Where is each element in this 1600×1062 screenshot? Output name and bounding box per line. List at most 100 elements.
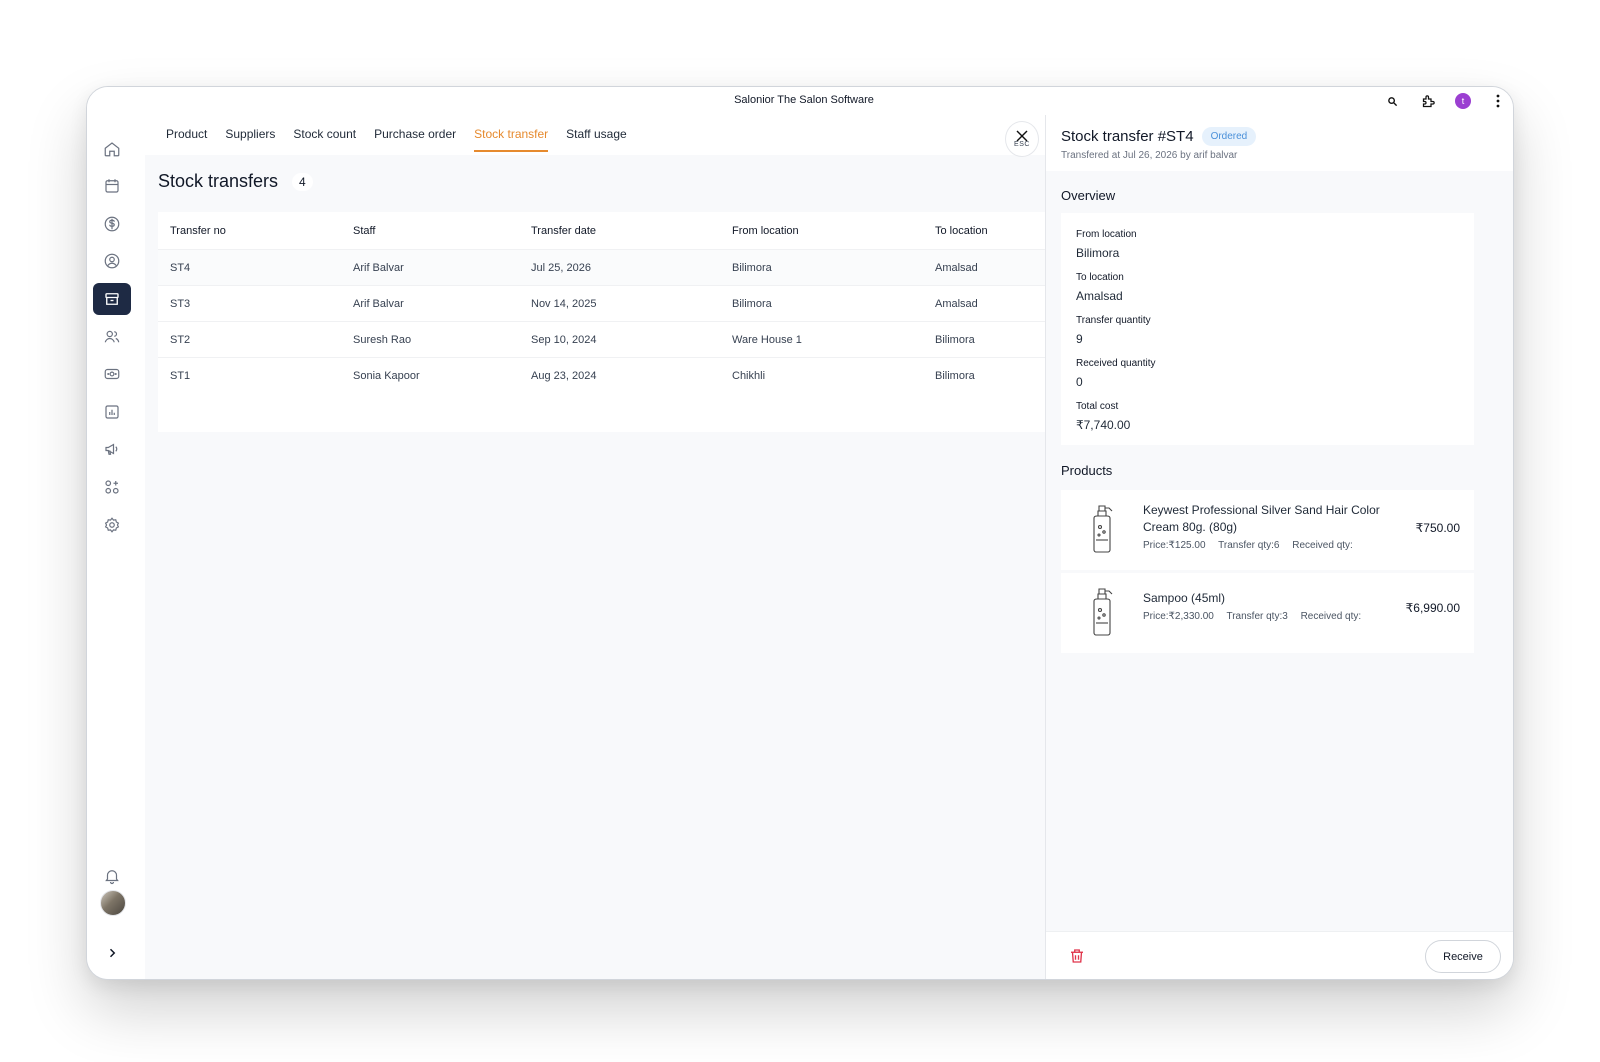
panel-header: Stock transfer #ST4 Ordered Transfered a… bbox=[1046, 115, 1513, 171]
tab-stock-count[interactable]: Stock count bbox=[284, 115, 365, 155]
product-transfer-qty: Transfer qty:6 bbox=[1218, 540, 1280, 551]
product-total: ₹6,990.00 bbox=[1405, 601, 1460, 615]
column-header[interactable]: From location bbox=[732, 212, 799, 249]
product-item[interactable]: Keywest Professional Silver Sand Hair Co… bbox=[1061, 490, 1474, 570]
from-location-value: Bilimora bbox=[1076, 246, 1120, 260]
chevron-right-icon[interactable] bbox=[93, 937, 131, 969]
count-badge: 4 bbox=[292, 172, 313, 191]
table-row[interactable]: ST2 Suresh Rao Sep 10, 2024 Ware House 1… bbox=[158, 322, 1058, 358]
bell-icon[interactable] bbox=[93, 860, 131, 892]
tab-bar: Product Suppliers Stock count Purchase o… bbox=[145, 115, 1045, 155]
from-location: Bilimora bbox=[732, 261, 772, 274]
main-content: Product Suppliers Stock count Purchase o… bbox=[145, 115, 1058, 979]
home-icon[interactable] bbox=[93, 133, 131, 165]
transfer-no: ST2 bbox=[170, 333, 191, 346]
page-title: Stock transfers bbox=[158, 171, 279, 191]
to-location: Bilimora bbox=[935, 370, 975, 382]
profile-avatar[interactable] bbox=[100, 890, 126, 916]
panel-subtitle: Transfered at Jul 26, 2026 by arif balva… bbox=[1061, 150, 1238, 161]
page-header: Stock transfers 4 bbox=[158, 171, 313, 192]
overview-heading: Overview bbox=[1061, 188, 1116, 203]
column-header[interactable]: To location bbox=[935, 212, 988, 249]
calendar-icon[interactable] bbox=[93, 170, 131, 202]
transfer-no: ST1 bbox=[170, 370, 191, 382]
from-location: Chikhli bbox=[732, 370, 766, 382]
to-location-label: To location bbox=[1076, 272, 1124, 283]
table-row[interactable]: ST3 Arif Balvar Nov 14, 2025 Bilimora Am… bbox=[158, 286, 1058, 322]
transfer-quantity-value: 9 bbox=[1076, 332, 1083, 346]
column-header[interactable]: Staff bbox=[353, 212, 375, 249]
more-vertical-icon[interactable] bbox=[1489, 92, 1507, 110]
settings-icon[interactable] bbox=[93, 509, 131, 541]
staff: Arif Balvar bbox=[353, 297, 404, 310]
search-icon[interactable] bbox=[1383, 92, 1401, 110]
tab-purchase-order[interactable]: Purchase order bbox=[365, 115, 465, 155]
transfer-date: Jul 25, 2026 bbox=[531, 261, 591, 274]
product-name: Sampoo (45ml) bbox=[1143, 591, 1226, 605]
inventory-box-icon[interactable] bbox=[93, 283, 131, 315]
status-badge: Ordered bbox=[1201, 127, 1257, 146]
extension-icon[interactable] bbox=[1419, 92, 1437, 110]
user-avatar[interactable]: t bbox=[1455, 93, 1471, 109]
transfer-date: Aug 23, 2024 bbox=[531, 370, 597, 382]
trash-icon[interactable] bbox=[1068, 947, 1086, 965]
from-location-label: From location bbox=[1076, 229, 1137, 240]
title-bar: Salonior The Salon Software t bbox=[87, 87, 1513, 115]
staff: Arif Balvar bbox=[353, 261, 404, 274]
transfer-quantity-label: Transfer quantity bbox=[1076, 315, 1151, 326]
user-circle-icon[interactable] bbox=[93, 245, 131, 277]
staff: Suresh Rao bbox=[353, 333, 412, 346]
dollar-icon[interactable] bbox=[93, 208, 131, 240]
product-item[interactable]: Sampoo (45ml) Price:₹2,330.00 Transfer q… bbox=[1061, 573, 1474, 653]
overview-card: From location Bilimora To location Amals… bbox=[1061, 213, 1474, 445]
staff: Sonia Kapoor bbox=[353, 370, 420, 382]
sidebar bbox=[87, 115, 145, 979]
table-header-row: Transfer no Staff Transfer date From loc… bbox=[158, 212, 1058, 250]
product-transfer-qty: Transfer qty:3 bbox=[1226, 611, 1288, 622]
panel-title: Stock transfer #ST4 bbox=[1061, 128, 1194, 145]
transfers-table: Transfer no Staff Transfer date From loc… bbox=[158, 212, 1058, 432]
esc-label: ESC bbox=[1014, 141, 1030, 148]
products-heading: Products bbox=[1061, 463, 1113, 478]
transfer-date: Nov 14, 2025 bbox=[531, 297, 597, 310]
clients-icon[interactable] bbox=[93, 321, 131, 353]
megaphone-icon[interactable] bbox=[93, 433, 131, 465]
app-window: Salonior The Salon Software t Product Su… bbox=[86, 86, 1514, 980]
from-location: Ware House 1 bbox=[732, 333, 802, 346]
close-panel-button[interactable]: ESC bbox=[1005, 121, 1039, 157]
to-location: Bilimora bbox=[935, 333, 975, 346]
column-header[interactable]: Transfer no bbox=[170, 212, 226, 249]
tab-staff-usage[interactable]: Staff usage bbox=[557, 115, 636, 155]
product-price: Price:₹125.00 bbox=[1143, 540, 1206, 551]
tab-stock-transfer[interactable]: Stock transfer bbox=[465, 115, 557, 155]
receive-button[interactable]: Receive bbox=[1425, 940, 1501, 973]
received-quantity-label: Received quantity bbox=[1076, 358, 1156, 369]
received-quantity-value: 0 bbox=[1076, 375, 1083, 389]
transfer-no: ST4 bbox=[170, 261, 191, 274]
table-row[interactable]: ST1 Sonia Kapoor Aug 23, 2024 Chikhli Bi… bbox=[158, 358, 1058, 394]
product-bottle-icon bbox=[1076, 583, 1128, 641]
column-header[interactable]: Transfer date bbox=[531, 212, 596, 249]
product-total: ₹750.00 bbox=[1415, 521, 1460, 535]
to-location: Amalsad bbox=[935, 261, 978, 274]
reports-icon[interactable] bbox=[93, 396, 131, 428]
table-row[interactable]: ST4 Arif Balvar Jul 25, 2026 Bilimora Am… bbox=[158, 250, 1058, 286]
product-received-qty: Received qty: bbox=[1292, 540, 1353, 551]
product-received-qty: Received qty: bbox=[1300, 611, 1362, 622]
product-name: Keywest Professional Silver Sand Hair Co… bbox=[1143, 503, 1380, 534]
transfer-no: ST3 bbox=[170, 297, 191, 310]
apps-icon[interactable] bbox=[93, 471, 131, 503]
transfer-date: Sep 10, 2024 bbox=[531, 333, 597, 346]
window-title: Salonior The Salon Software bbox=[734, 94, 874, 106]
total-cost-value: ₹7,740.00 bbox=[1076, 418, 1131, 432]
transfer-detail-panel: Stock transfer #ST4 Ordered Transfered a… bbox=[1045, 115, 1513, 979]
product-bottle-icon bbox=[1076, 500, 1128, 558]
tab-product[interactable]: Product bbox=[157, 115, 216, 155]
product-price: Price:₹2,330.00 bbox=[1143, 611, 1214, 622]
payments-icon[interactable] bbox=[93, 358, 131, 390]
from-location: Bilimora bbox=[732, 297, 772, 310]
tab-suppliers[interactable]: Suppliers bbox=[216, 115, 284, 155]
total-cost-label: Total cost bbox=[1076, 401, 1119, 412]
panel-footer: Receive bbox=[1046, 931, 1513, 979]
to-location: Amalsad bbox=[935, 297, 978, 310]
